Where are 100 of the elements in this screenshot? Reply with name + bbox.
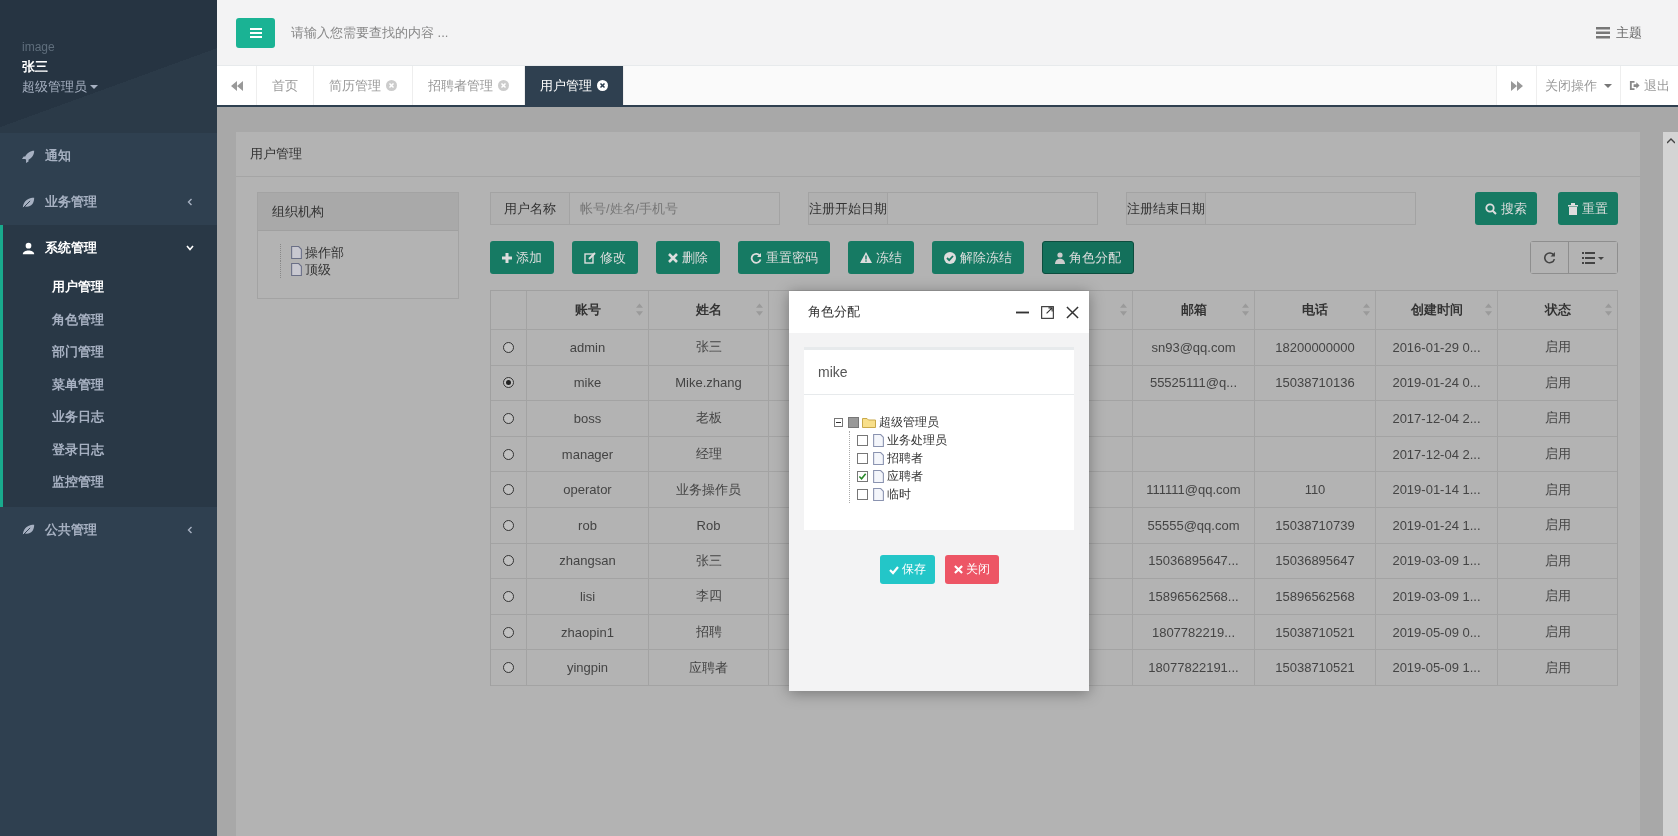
radio-button[interactable]: [503, 484, 514, 496]
table-cell: yingpin: [566, 660, 609, 676]
chevron-down-icon: [185, 243, 195, 253]
tree-label[interactable]: 应聘者: [887, 467, 923, 485]
checkbox[interactable]: [848, 416, 859, 428]
search-field[interactable]: 请输入您需要查找的内容 ...: [289, 24, 593, 41]
theme-button[interactable]: 主题: [1590, 22, 1648, 43]
close-icon[interactable]: [1066, 305, 1079, 319]
table-cell: 李四: [695, 587, 722, 606]
menu-item[interactable]: 公共管理: [0, 506, 217, 553]
radio-button[interactable]: [503, 555, 514, 567]
close-ops-dropdown[interactable]: 关闭操作: [1536, 66, 1620, 105]
table-cell: 2019-05-09 1...: [1392, 660, 1481, 676]
tree-label[interactable]: 超级管理员: [879, 413, 939, 431]
column-header[interactable]: 姓名: [649, 291, 769, 329]
submenu-item[interactable]: 角色管理: [3, 303, 217, 336]
tree-node[interactable]: 操作部: [280, 244, 458, 261]
table-cell: 启用: [1544, 623, 1571, 642]
toolbar-button[interactable]: 解除冻结: [932, 241, 1024, 274]
tab[interactable]: 首页: [257, 66, 314, 105]
plus-icon: [502, 252, 512, 263]
table-cell: 15038710739: [1275, 517, 1355, 533]
table-cell: 15036895647...: [1148, 553, 1239, 569]
submenu-item[interactable]: 登录日志: [3, 433, 217, 466]
file-icon: [873, 487, 884, 501]
field-label: 注册结束日期: [1126, 192, 1206, 225]
tree-label[interactable]: 招聘者: [887, 449, 923, 467]
table-cell: 应聘者: [689, 658, 728, 677]
maximize-icon[interactable]: [1041, 305, 1054, 319]
trash-icon: [1568, 202, 1578, 215]
toolbar-button[interactable]: 添加: [490, 241, 554, 274]
radio-button[interactable]: [503, 341, 514, 353]
column-header[interactable]: 电话: [1255, 291, 1376, 329]
table-cell: Mike.zhang: [675, 375, 742, 391]
toolbar-button[interactable]: 冻结: [848, 241, 914, 274]
menu-item[interactable]: 系统管理: [0, 225, 217, 271]
toolbar-button[interactable]: 重置密码: [738, 241, 830, 274]
table-cell: 15896562568...: [1148, 588, 1239, 604]
tree-label[interactable]: 临时: [887, 485, 911, 503]
submenu-item[interactable]: 部门管理: [3, 336, 217, 369]
submenu-item[interactable]: 菜单管理: [3, 368, 217, 401]
table-cell: 55525111@q...: [1149, 375, 1238, 391]
collapse-icon[interactable]: [834, 417, 843, 427]
table-cell: rob: [578, 517, 597, 533]
search-button[interactable]: 搜索: [1475, 192, 1537, 225]
radio-button[interactable]: [503, 413, 514, 424]
menu-button[interactable]: [236, 17, 275, 48]
scrollbar[interactable]: [1663, 132, 1678, 836]
toolbar-button[interactable]: 修改: [572, 241, 638, 274]
scroll-left-button[interactable]: [217, 66, 257, 105]
column-header[interactable]: 状态: [1498, 291, 1617, 329]
logout-button[interactable]: 退出: [1620, 66, 1678, 105]
scroll-right-button[interactable]: [1496, 66, 1536, 105]
double-left-icon: [230, 80, 243, 91]
submenu-item[interactable]: 用户管理: [3, 271, 217, 304]
checkbox[interactable]: [857, 434, 868, 446]
close-button[interactable]: 关闭: [944, 555, 999, 584]
radio-button[interactable]: [503, 519, 514, 531]
column-header[interactable]: 账号: [527, 291, 649, 329]
table-cell: 15038710521: [1275, 660, 1355, 676]
checkbox[interactable]: [857, 488, 868, 500]
menu-item[interactable]: 通知: [0, 133, 217, 179]
table-cell: 1807782219...: [1151, 624, 1236, 640]
table-cell: 111111@qq.com: [1146, 482, 1241, 498]
column-header[interactable]: 创建时间: [1376, 291, 1498, 329]
edit-icon: [584, 251, 596, 264]
tree-label[interactable]: 业务处理员: [887, 431, 947, 449]
input-field[interactable]: 帐号/姓名/手机号: [570, 192, 780, 225]
leaf-icon: [22, 195, 35, 209]
menu-item[interactable]: 业务管理: [0, 179, 217, 225]
checkbox[interactable]: [857, 470, 868, 482]
table-cell: 110: [1304, 482, 1326, 498]
radio-button[interactable]: [503, 626, 514, 638]
warning-icon: [860, 252, 872, 263]
radio-button[interactable]: [503, 590, 514, 602]
checkbox[interactable]: [857, 452, 868, 464]
tab[interactable]: 招聘者管理: [413, 66, 525, 105]
radio-button[interactable]: [503, 377, 514, 389]
toolbar-button[interactable]: 角色分配: [1042, 241, 1134, 274]
tree-node[interactable]: 顶级: [280, 261, 458, 278]
radio-button[interactable]: [503, 662, 514, 674]
check-circle-icon: [944, 251, 956, 264]
tab[interactable]: 简历管理: [314, 66, 413, 105]
columns-button[interactable]: [1568, 242, 1617, 273]
arrow-up-icon[interactable]: [1666, 138, 1675, 144]
tab[interactable]: 用户管理: [525, 66, 624, 105]
radio-button[interactable]: [503, 448, 514, 460]
reset-button[interactable]: 重置: [1558, 192, 1618, 225]
submenu-item[interactable]: 业务日志: [3, 401, 217, 434]
dialog-title: 角色分配: [808, 303, 860, 321]
file-icon: [873, 433, 884, 447]
table-cell: operator: [563, 482, 612, 498]
table-cell: 启用: [1544, 658, 1571, 677]
role-dropdown[interactable]: 超级管理员: [22, 76, 98, 98]
submenu-item[interactable]: 监控管理: [3, 466, 217, 499]
column-header[interactable]: 邮箱: [1133, 291, 1255, 329]
toolbar-button[interactable]: 删除: [656, 241, 720, 274]
search-icon: [1485, 202, 1497, 215]
table-cell: zhaopin1: [561, 624, 614, 640]
close-icon[interactable]: [597, 80, 608, 91]
